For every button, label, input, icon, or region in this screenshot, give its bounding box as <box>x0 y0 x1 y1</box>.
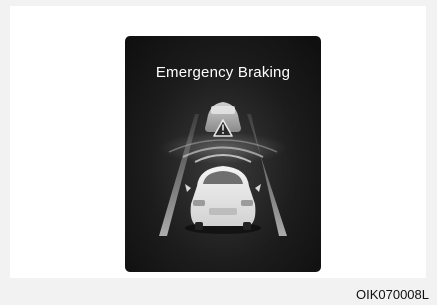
cluster-display: Emergency Braking <box>125 36 321 272</box>
panel-title: Emergency Braking <box>155 64 291 81</box>
own-vehicle-icon <box>185 166 261 234</box>
figure-caption: OIK070008L <box>355 287 429 302</box>
